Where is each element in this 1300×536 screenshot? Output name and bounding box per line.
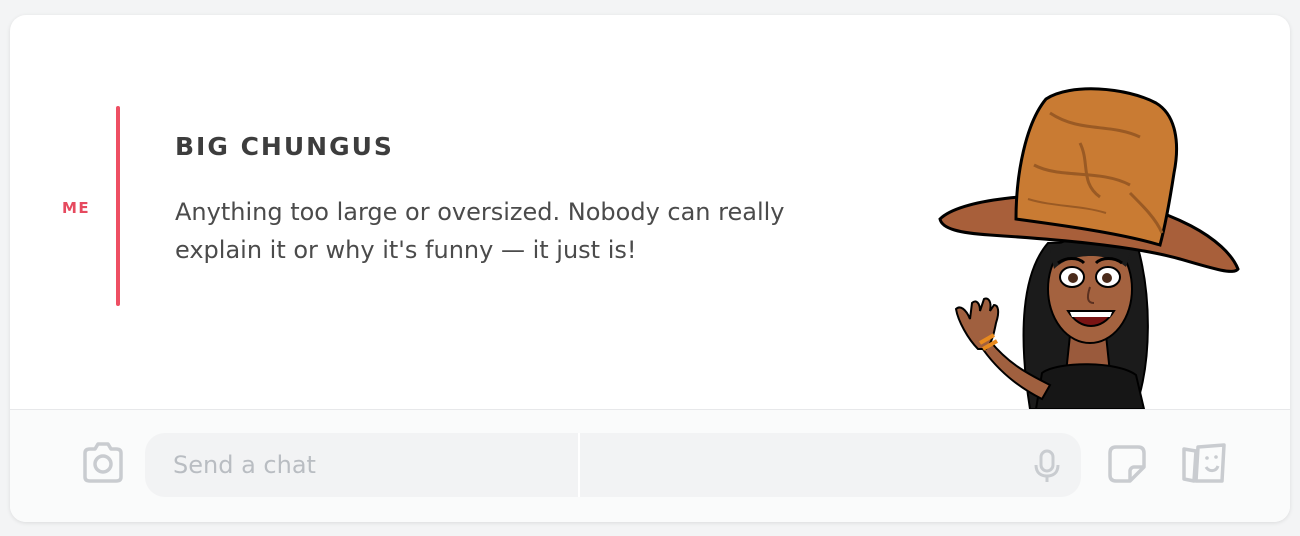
camera-icon[interactable] bbox=[79, 441, 127, 485]
message-body: Anything too large or oversized. Nobody … bbox=[175, 198, 785, 264]
sender-label: ME bbox=[62, 199, 91, 217]
chat-composer bbox=[10, 410, 1290, 522]
sticker-icon[interactable] bbox=[1106, 443, 1148, 485]
sender-accent-bar bbox=[116, 106, 120, 306]
bitmoji-sticker bbox=[938, 87, 1240, 409]
microphone-icon[interactable] bbox=[1033, 449, 1061, 483]
chat-input[interactable] bbox=[173, 433, 553, 497]
message-row: ME BIG CHUNGUS Anything too large or ove… bbox=[10, 15, 1290, 409]
chat-card: ME BIG CHUNGUS Anything too large or ove… bbox=[10, 15, 1290, 522]
bitmoji-hand bbox=[954, 297, 1000, 350]
chat-input-box[interactable] bbox=[145, 433, 1081, 497]
bitmoji-top bbox=[1034, 363, 1146, 409]
memories-icon[interactable] bbox=[1180, 441, 1228, 485]
message-title: BIG CHUNGUS bbox=[175, 132, 394, 161]
chat-box-divider bbox=[578, 433, 580, 497]
